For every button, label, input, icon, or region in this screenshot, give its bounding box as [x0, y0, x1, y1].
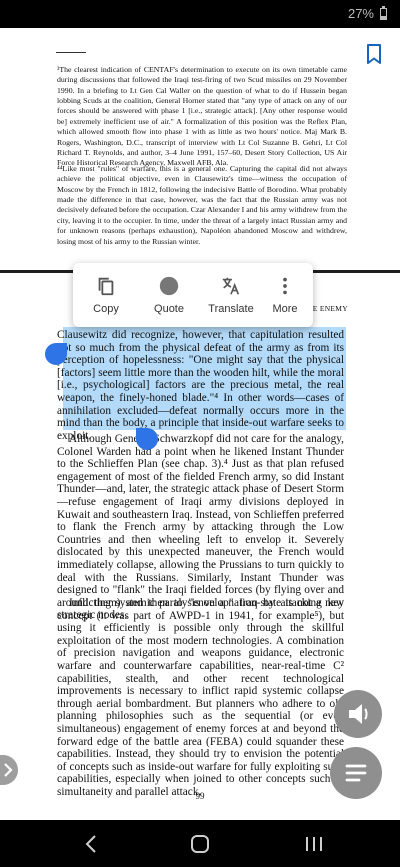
- battery-percentage: 27%: [347, 6, 374, 21]
- battery-icon: [380, 6, 387, 20]
- footnote-1: ³The clearest indication of CENTAF's det…: [57, 64, 347, 168]
- recents-icon: [306, 837, 322, 851]
- selection-end-handle[interactable]: [136, 428, 158, 450]
- navigation-bar: [0, 820, 400, 867]
- quote-button[interactable]: Quote: [139, 263, 199, 327]
- list-menu-icon: [345, 764, 367, 782]
- back-icon: [85, 835, 96, 853]
- recents-button[interactable]: [302, 832, 326, 856]
- more-vert-icon: [283, 277, 287, 295]
- body-paragraph[interactable]: Inflicting systemic paralysis on a natio…: [57, 597, 344, 799]
- footnote-2: ⁴⁴Like most "rules" of warfare, this is …: [57, 163, 347, 246]
- back-button[interactable]: [80, 832, 104, 856]
- bookmark-button[interactable]: [362, 42, 386, 66]
- speaker-icon: [349, 704, 368, 724]
- selection-start-handle[interactable]: [45, 343, 67, 365]
- side-panel-toggle[interactable]: [0, 755, 18, 785]
- quote-icon: [159, 276, 179, 296]
- page-number: 99: [195, 791, 205, 801]
- footnote-divider: [56, 52, 86, 53]
- translate-button[interactable]: Translate: [201, 263, 261, 327]
- translate-icon: [222, 277, 240, 295]
- status-bar: 27%: [0, 0, 400, 28]
- chevron-right-icon: [4, 763, 13, 777]
- page-98: ³The clearest indication of CENTAF's det…: [0, 28, 400, 274]
- copy-label: Copy: [93, 303, 119, 315]
- quote-label: Quote: [154, 303, 184, 315]
- translate-label: Translate: [208, 303, 254, 315]
- text-selection-menu: Copy Quote Translate More: [73, 263, 313, 327]
- home-button[interactable]: [188, 832, 212, 856]
- running-head: E ENEMY: [312, 304, 348, 313]
- home-icon: [191, 835, 209, 853]
- bookmark-icon: [367, 44, 381, 64]
- more-label: More: [272, 303, 298, 315]
- selected-paragraph[interactable]: Clausewitz did recognize, however, that …: [57, 329, 344, 442]
- copy-icon: [98, 277, 114, 296]
- body-paragraph[interactable]: Although General Schwarzkopf did not car…: [57, 433, 344, 622]
- copy-button[interactable]: Copy: [76, 263, 136, 327]
- options-menu-button[interactable]: [330, 747, 382, 799]
- read-aloud-button[interactable]: [334, 690, 382, 738]
- more-button[interactable]: More: [257, 263, 313, 327]
